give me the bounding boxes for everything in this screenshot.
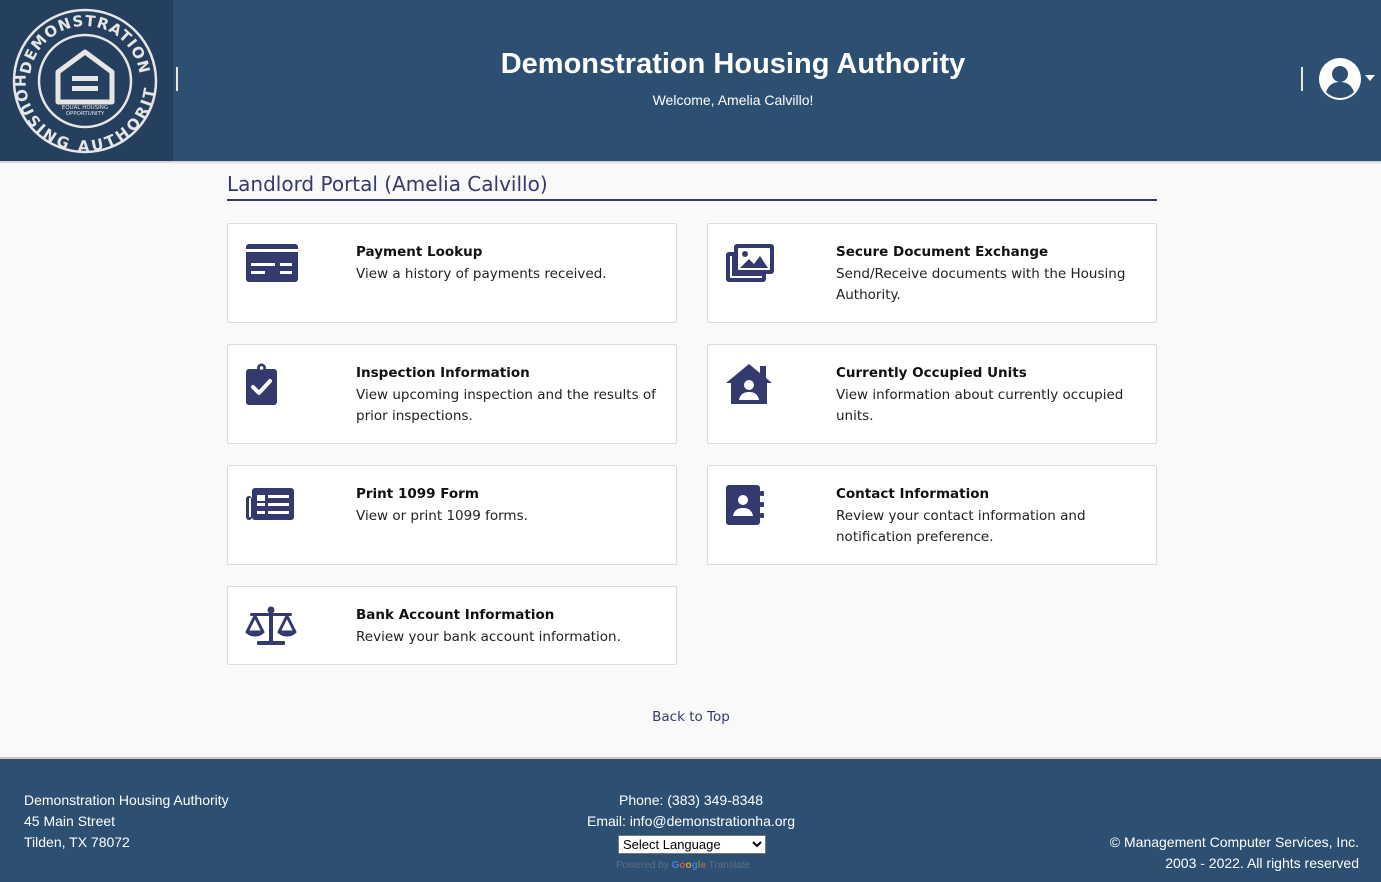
house-user-icon (724, 363, 780, 405)
logo-link[interactable]: DEMONSTRATION HOUSING AUTHORITY EQUAL HO… (0, 0, 173, 161)
powered-by-google-translate: Powered by Google Translate (616, 860, 750, 871)
card-description: Review your bank account information. (356, 629, 621, 645)
back-to-top-link[interactable]: Back to Top (600, 709, 782, 725)
clipboard-check-icon (244, 363, 300, 405)
credit-card-icon (244, 242, 300, 284)
card-title: Payment Lookup (356, 244, 483, 260)
card-description: View upcoming inspection and the results… (356, 387, 656, 424)
page-title: Landlord Portal (Amelia Calvillo) (227, 172, 548, 196)
footer-phone: Phone: (383) 349-8348 (619, 792, 763, 808)
address-book-icon (724, 484, 780, 526)
language-select[interactable]: Select Language (618, 835, 766, 854)
chevron-down-icon (1365, 75, 1375, 81)
card-inspection-information[interactable]: Inspection Information View upcoming ins… (227, 344, 677, 444)
header-shadow (0, 161, 1381, 164)
svg-text:OPPORTUNITY: OPPORTUNITY (66, 111, 105, 117)
card-description: View a history of payments received. (356, 266, 607, 282)
svg-text:DEMONSTRATION: DEMONSTRATION (16, 12, 153, 76)
newspaper-icon (244, 484, 300, 526)
powered-prefix: Powered by (616, 860, 672, 871)
powered-suffix: Translate (706, 860, 750, 871)
card-payment-lookup[interactable]: Payment Lookup View a history of payment… (227, 223, 677, 323)
header-divider-right (1301, 67, 1303, 91)
footer-org-name: Demonstration Housing Authority (24, 792, 229, 808)
site-header: DEMONSTRATION HOUSING AUTHORITY EQUAL HO… (0, 0, 1381, 161)
card-secure-document-exchange[interactable]: Secure Document Exchange Send/Receive do… (707, 223, 1157, 323)
google-logo[interactable]: Google (672, 860, 706, 871)
footer-copyright: © Management Computer Services, Inc. 200… (1110, 832, 1359, 874)
card-title: Contact Information (836, 486, 990, 502)
site-title: Demonstration Housing Authority (500, 48, 966, 80)
card-title: Currently Occupied Units (836, 365, 1027, 381)
user-menu-button[interactable] (1318, 57, 1376, 101)
card-description: Review your contact information and noti… (836, 508, 1086, 545)
card-contact-information[interactable]: Contact Information Review your contact … (707, 465, 1157, 565)
site-footer: Demonstration Housing Authority 45 Main … (0, 757, 1381, 882)
welcome-message: Welcome, Amelia Calvillo! (652, 92, 814, 108)
footer-address: Demonstration Housing Authority 45 Main … (24, 790, 229, 853)
footer-street: 45 Main Street (24, 813, 116, 829)
header-divider-left (176, 67, 178, 91)
title-underline (227, 199, 1157, 201)
copyright-text: © Management Computer Services, Inc. (1109, 834, 1359, 850)
card-description: View information about currently occupie… (836, 387, 1124, 424)
rights-text: 2003 - 2022. All rights reserved (1165, 855, 1359, 871)
footer-email[interactable]: Email: info@demonstrationha.org (540, 811, 842, 832)
card-currently-occupied-units[interactable]: Currently Occupied Units View informatio… (707, 344, 1157, 444)
housing-authority-logo: DEMONSTRATION HOUSING AUTHORITY EQUAL HO… (12, 8, 158, 154)
footer-contact: Phone: (383) 349-8348 Email: info@demons… (540, 790, 842, 832)
card-description: View or print 1099 forms. (356, 508, 528, 524)
card-title: Inspection Information (356, 365, 530, 381)
card-description: Send/Receive documents with the Housing … (836, 266, 1126, 303)
card-title: Print 1099 Form (356, 486, 479, 502)
images-icon (724, 242, 780, 284)
user-circle-icon (1319, 58, 1361, 100)
card-bank-account-information[interactable]: Bank Account Information Review your ban… (227, 586, 677, 665)
card-title: Bank Account Information (356, 607, 555, 623)
card-print-1099-form[interactable]: Print 1099 Form View or print 1099 forms… (227, 465, 677, 565)
card-title: Secure Document Exchange (836, 244, 1049, 260)
balance-scale-icon (244, 605, 300, 647)
footer-city: Tilden, TX 78072 (24, 834, 130, 850)
